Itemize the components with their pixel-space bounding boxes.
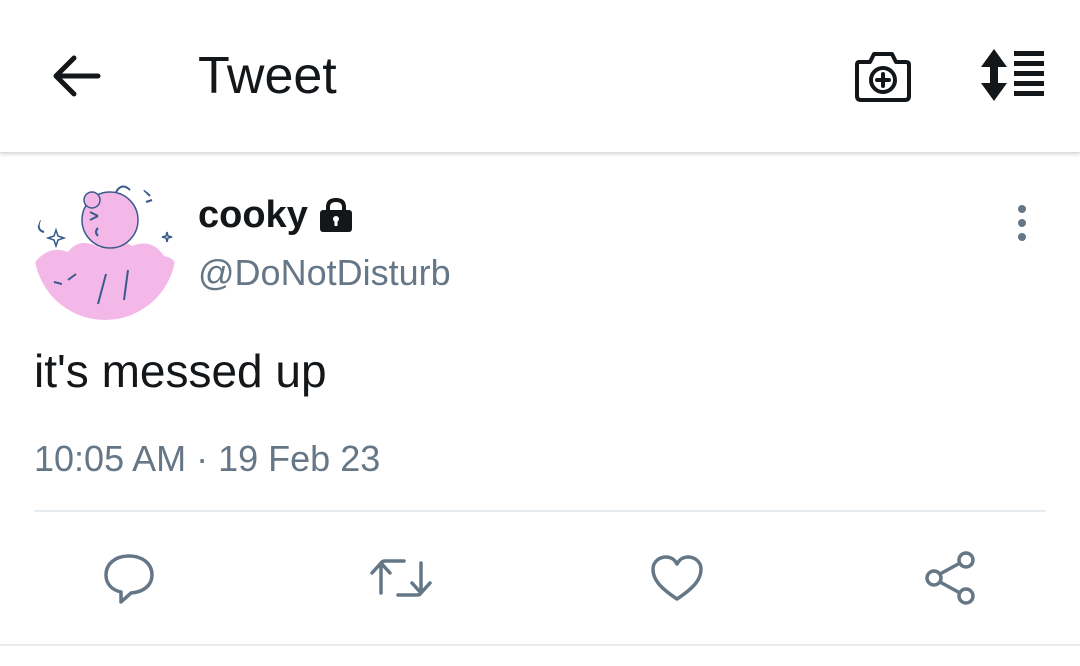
share-icon <box>925 551 975 605</box>
reply-button[interactable] <box>94 540 164 616</box>
page-title: Tweet <box>198 47 337 105</box>
tweet-action-bar <box>0 540 1080 620</box>
tweet-date: 19 Feb 23 <box>218 438 381 479</box>
divider <box>34 510 1046 512</box>
sort-button[interactable] <box>972 42 1052 108</box>
avatar[interactable] <box>34 178 176 320</box>
display-name: cooky <box>198 194 308 236</box>
camera-plus-icon <box>855 52 911 102</box>
tweet-timestamp: 10:05 AM · 19 Feb 23 <box>34 436 380 482</box>
more-dot <box>1018 219 1026 227</box>
back-button[interactable] <box>44 46 108 106</box>
tweet-time: 10:05 AM <box>34 438 187 479</box>
display-name-row[interactable]: cooky <box>198 190 354 240</box>
retweet-button[interactable] <box>366 540 436 616</box>
retweet-icon <box>370 559 432 597</box>
arrow-left-icon <box>53 55 101 97</box>
heart-icon <box>651 555 703 601</box>
like-button[interactable] <box>642 540 712 616</box>
meta-separator: · <box>186 438 219 479</box>
more-dot <box>1018 233 1026 241</box>
tweet-detail-screen: Tweet cooky @DoNotDisturb it's messed up… <box>0 0 1080 666</box>
reply-icon <box>104 554 154 604</box>
more-dots-icon <box>1018 205 1026 213</box>
top-app-bar: Tweet <box>0 0 1080 153</box>
tweet-text: it's messed up <box>34 345 327 397</box>
lock-icon <box>318 197 354 233</box>
sort-list-icon <box>981 49 1044 101</box>
user-handle[interactable]: @DoNotDisturb <box>198 250 451 296</box>
avatar-image <box>34 178 176 320</box>
bottom-divider <box>0 644 1080 646</box>
more-options-button[interactable] <box>1000 198 1044 248</box>
share-button[interactable] <box>916 540 986 616</box>
camera-button[interactable] <box>848 42 918 108</box>
